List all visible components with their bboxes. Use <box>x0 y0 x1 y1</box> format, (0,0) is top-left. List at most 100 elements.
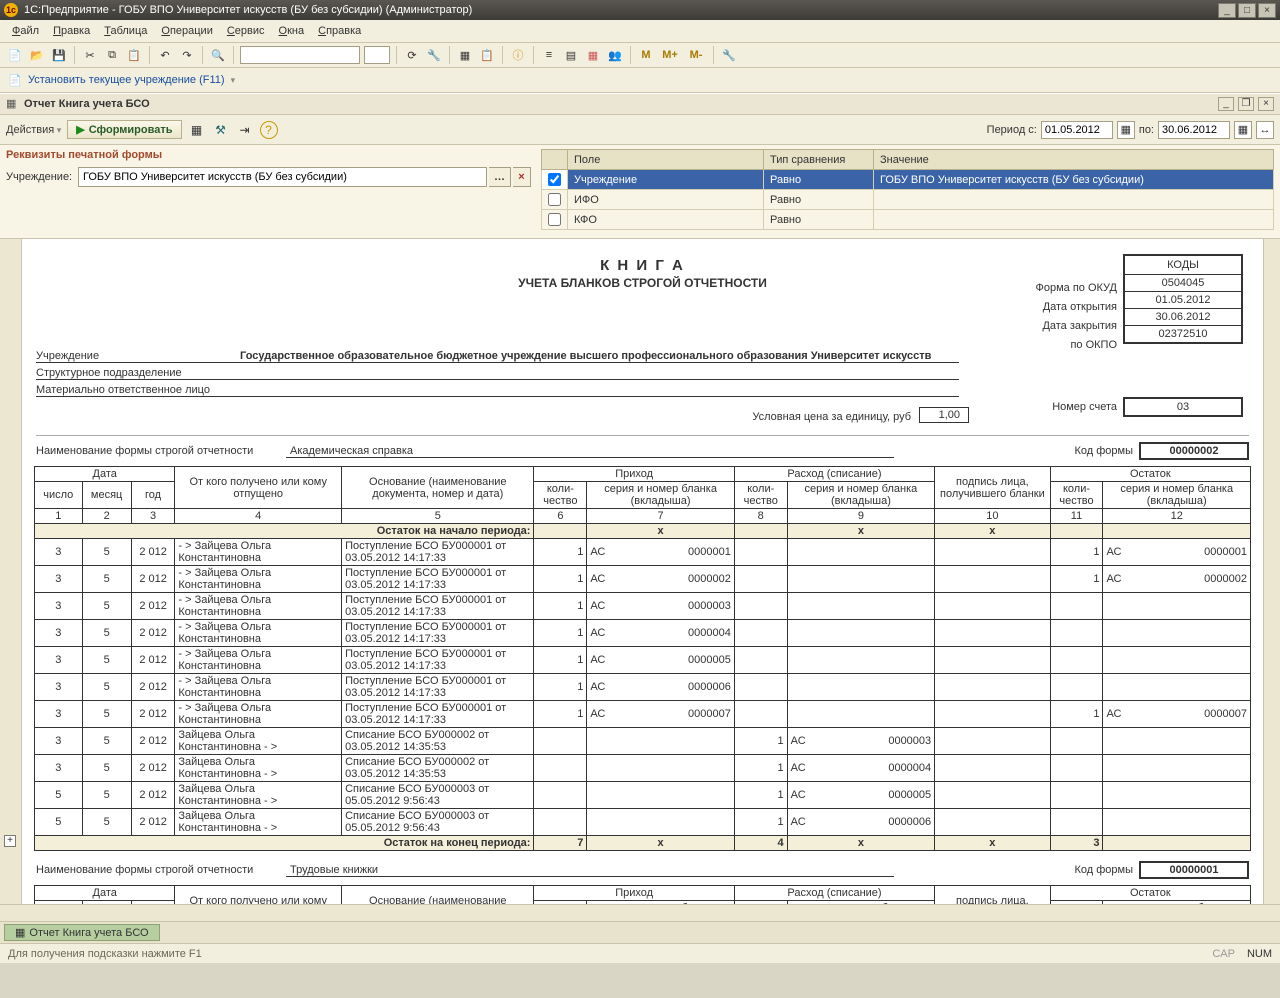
table-row: 352 012 - > Зайцева Ольга Константиновна… <box>35 593 1251 620</box>
filter-row[interactable]: Учреждение Равно ГОБУ ВПО Университет ис… <box>542 170 1274 190</box>
status-cap: CAP <box>1212 948 1235 960</box>
grid-icon[interactable]: ▦ <box>456 46 474 64</box>
close-button[interactable]: × <box>1258 3 1276 18</box>
calendar-icon[interactable]: ▦ <box>584 46 602 64</box>
paste-icon[interactable]: 📋 <box>125 46 143 64</box>
m-plus-button[interactable]: M+ <box>659 46 681 64</box>
generate-label: Сформировать <box>89 124 173 136</box>
horizontal-scrollbar[interactable] <box>0 904 1280 921</box>
find-icon[interactable]: 🔍 <box>209 46 227 64</box>
new-icon[interactable]: 📄 <box>6 46 24 64</box>
report-window-title: Отчет Книга учета БСО <box>24 98 150 110</box>
mdi-tab-report[interactable]: ▦ Отчет Книга учета БСО <box>4 924 160 941</box>
set-institution-link[interactable]: Установить текущее учреждение (F11) <box>28 74 225 86</box>
m-button[interactable]: M <box>637 46 655 64</box>
chevron-down-icon[interactable]: ▾ <box>231 75 236 86</box>
app-title: 1С:Предприятие - ГОБУ ВПО Университет ис… <box>24 4 472 16</box>
calendar-to-icon[interactable]: ▦ <box>1234 121 1252 139</box>
copy-icon[interactable]: ⧉ <box>103 46 121 64</box>
table-row: 552 012 Зайцева Ольга Константиновна - >… <box>35 809 1251 836</box>
status-num: NUM <box>1247 948 1272 960</box>
account-value: 03 <box>1123 397 1243 417</box>
codes-labels: Форма по ОКУДДата открытияДата закрытияп… <box>1036 279 1118 355</box>
filter-col-field: Поле <box>568 150 764 170</box>
org-clear-button[interactable]: × <box>513 167 531 187</box>
period-to-input[interactable] <box>1158 121 1230 139</box>
table-row: 352 012 Зайцева Ольга Константиновна - >… <box>35 728 1251 755</box>
menu-окна[interactable]: Окна <box>273 22 311 40</box>
save-icon[interactable]: 💾 <box>50 46 68 64</box>
cut-icon[interactable]: ✂ <box>81 46 99 64</box>
info-icon[interactable]: ⓘ <box>509 46 527 64</box>
status-hint: Для получения подсказки нажмите F1 <box>8 948 202 960</box>
codes-box: КОДЫ 050404501.05.201230.06.201202372510 <box>1123 254 1243 344</box>
maximize-button[interactable]: □ <box>1238 3 1256 18</box>
mdi-minimize-button[interactable]: _ <box>1218 97 1234 111</box>
filter-op: Равно <box>764 190 874 210</box>
period-picker-icon[interactable]: ↔ <box>1256 121 1274 139</box>
menu-операции[interactable]: Операции <box>155 22 218 40</box>
list2-icon[interactable]: ▤ <box>562 46 580 64</box>
toolbar-combo-small[interactable] <box>364 46 390 64</box>
clipboard-icon[interactable]: 📋 <box>478 46 496 64</box>
tab-report-label: Отчет Книга учета БСО <box>29 927 148 939</box>
params-area: Реквизиты печатной формы Учреждение: … ×… <box>0 145 1280 239</box>
mdi-close-button[interactable]: × <box>1258 97 1274 111</box>
filter-op: Равно <box>764 210 874 230</box>
form1-name: Академическая справка <box>286 445 894 458</box>
org-pick-button[interactable]: … <box>489 167 511 187</box>
menu-сервис[interactable]: Сервис <box>221 22 271 40</box>
doc-icon[interactable]: 📄 <box>6 71 24 89</box>
titlebar: 1c 1С:Предприятие - ГОБУ ВПО Университет… <box>0 0 1280 20</box>
table-row: 352 012 - > Зайцева Ольга Константиновна… <box>35 701 1251 728</box>
filter-field: КФО <box>568 210 764 230</box>
filter-checkbox[interactable] <box>548 193 561 206</box>
toolbar-combo[interactable] <box>240 46 360 64</box>
open-icon[interactable]: 📂 <box>28 46 46 64</box>
m-minus-button[interactable]: M- <box>685 46 707 64</box>
form1-code-label: Код формы <box>1074 445 1133 457</box>
props-icon[interactable]: 🔧 <box>425 46 443 64</box>
table-icon[interactable]: ▦ <box>188 121 206 139</box>
generate-button[interactable]: ▶ Сформировать <box>67 120 181 139</box>
table-row: 352 012 Зайцева Ольга Константиновна - >… <box>35 755 1251 782</box>
params-header: Реквизиты печатной формы <box>6 149 531 161</box>
minimize-button[interactable]: _ <box>1218 3 1236 18</box>
form2-code-value: 00000001 <box>1139 861 1249 879</box>
period-panel: Период с: ▦ по: ▦ ↔ <box>987 121 1274 139</box>
help-icon[interactable]: ? <box>260 121 278 139</box>
org-input[interactable] <box>78 167 487 187</box>
codes-header: КОДЫ <box>1125 256 1241 275</box>
actions-dropdown[interactable]: Действия <box>6 124 61 136</box>
play-icon: ▶ <box>76 123 84 136</box>
filter-row[interactable]: КФО Равно <box>542 210 1274 230</box>
menu-файл[interactable]: Файл <box>6 22 45 40</box>
menu-справка[interactable]: Справка <box>312 22 367 40</box>
constructor-icon[interactable]: ⚒ <box>212 121 230 139</box>
outline-gutter[interactable]: + <box>0 239 22 904</box>
filters-table[interactable]: Поле Тип сравнения Значение Учреждение Р… <box>541 149 1274 230</box>
mdi-restore-button[interactable]: ❐ <box>1238 97 1254 111</box>
filter-checkbox[interactable] <box>548 213 561 226</box>
table-row: 552 012 Зайцева Ольга Константиновна - >… <box>35 782 1251 809</box>
filter-checkbox[interactable] <box>548 173 561 186</box>
undo-icon[interactable]: ↶ <box>156 46 174 64</box>
filter-value: ГОБУ ВПО Университет искусств (БУ без су… <box>874 170 1274 190</box>
redo-icon[interactable]: ↷ <box>178 46 196 64</box>
period-from-input[interactable] <box>1041 121 1113 139</box>
users-icon[interactable]: 👥 <box>606 46 624 64</box>
actions-bar: Действия ▶ Сформировать ▦ ⚒ ⇥ ? Период с… <box>0 115 1280 145</box>
menu-таблица[interactable]: Таблица <box>98 22 153 40</box>
refresh-icon[interactable]: ⟳ <box>403 46 421 64</box>
filter-col-value: Значение <box>874 150 1274 170</box>
calendar-from-icon[interactable]: ▦ <box>1117 121 1135 139</box>
list1-icon[interactable]: ≡ <box>540 46 558 64</box>
menu-правка[interactable]: Правка <box>47 22 96 40</box>
wrench-icon[interactable]: 🔧 <box>720 46 738 64</box>
report-area: + К Н И Г А УЧЕТА БЛАНКОВ СТРОГОЙ ОТЧЕТН… <box>0 239 1280 904</box>
period-to-label: по: <box>1139 124 1154 136</box>
outline-expand-button[interactable]: + <box>4 835 16 847</box>
vertical-scrollbar[interactable] <box>1263 239 1280 904</box>
exec-icon[interactable]: ⇥ <box>236 121 254 139</box>
filter-row[interactable]: ИФО Равно <box>542 190 1274 210</box>
